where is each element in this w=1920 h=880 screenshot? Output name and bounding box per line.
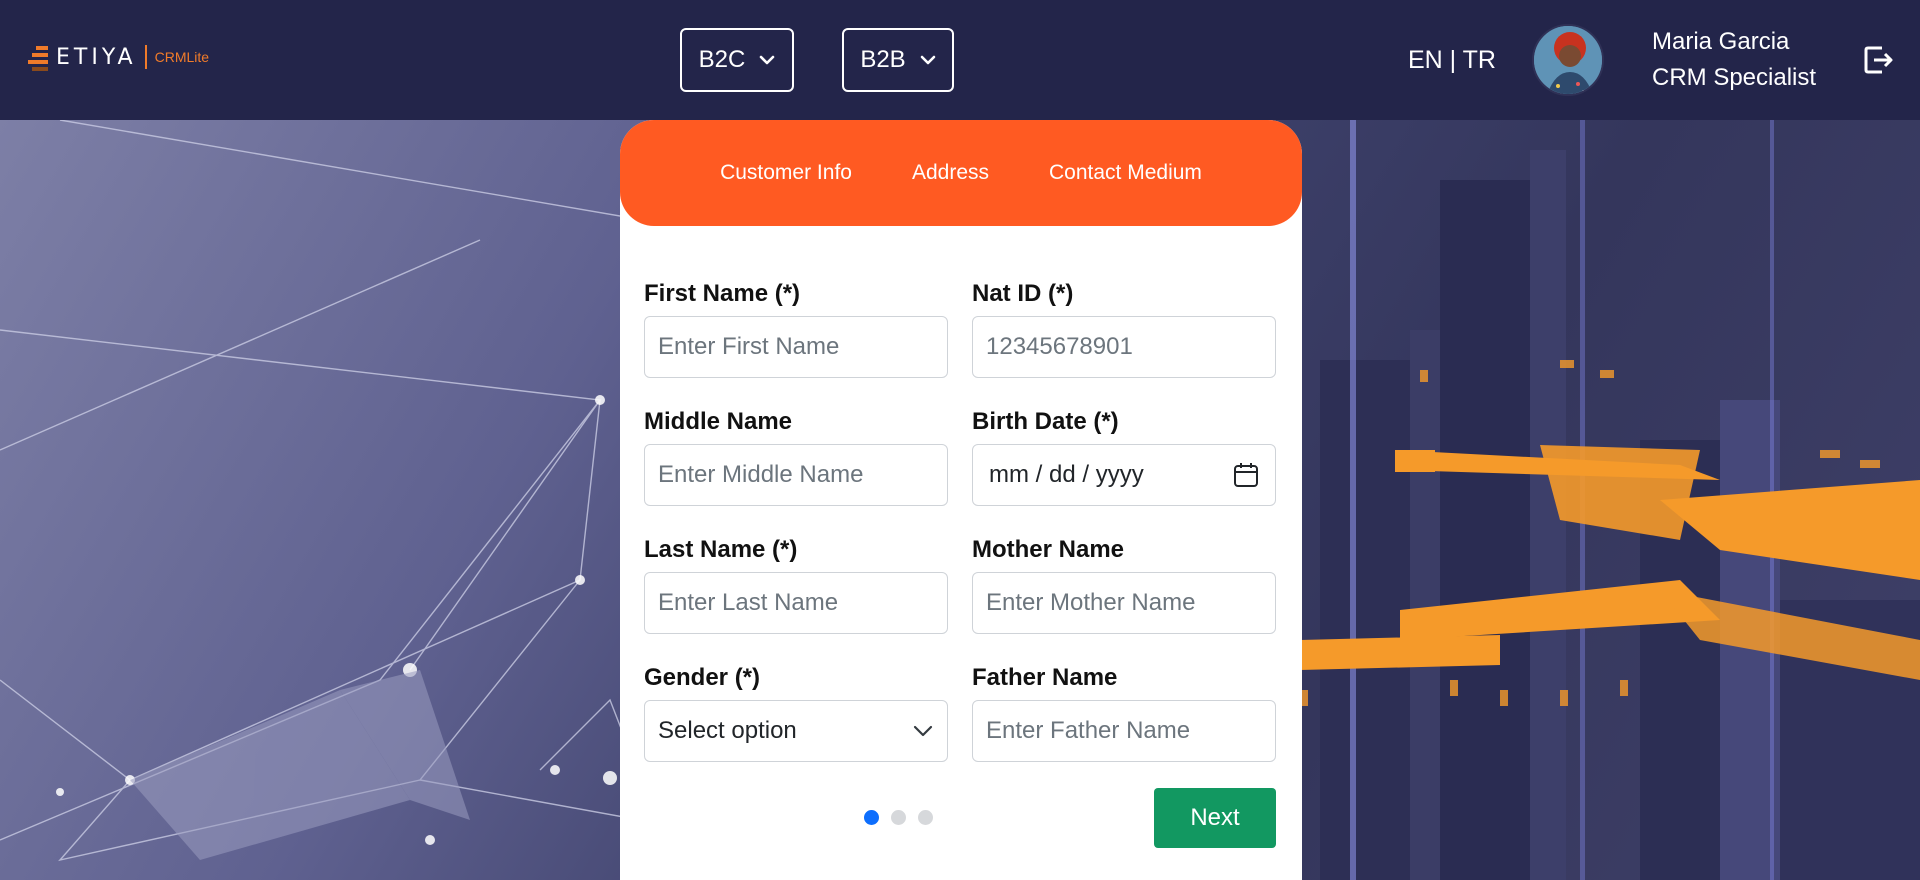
b2c-dropdown[interactable]: B2C — [680, 28, 794, 92]
next-button[interactable]: Next — [1154, 788, 1276, 848]
birth-date-label: Birth Date (*) — [972, 408, 1119, 435]
customer-form-card: Customer Info Address Contact Medium Fir… — [620, 120, 1302, 880]
logo-divider — [144, 45, 147, 69]
tab-contact-medium[interactable]: Contact Medium — [1049, 161, 1202, 185]
last-name-input[interactable] — [644, 572, 948, 634]
form-tabs: Customer Info Address Contact Medium — [620, 120, 1302, 226]
avatar-image — [1534, 26, 1602, 94]
gender-selected-value: Select option — [658, 717, 797, 744]
user-role: CRM Specialist — [1652, 64, 1817, 91]
middle-name-label: Middle Name — [644, 408, 793, 435]
b2c-label: B2C — [698, 46, 746, 73]
tab-customer-info[interactable]: Customer Info — [720, 161, 852, 185]
step-dot-1[interactable] — [864, 810, 879, 825]
chevron-down-icon — [760, 55, 775, 65]
language-switcher[interactable]: EN | TR — [1408, 46, 1496, 75]
middle-name-input[interactable] — [644, 444, 948, 506]
logo-mark-icon — [28, 44, 48, 71]
mother-name-input[interactable] — [972, 572, 1276, 634]
step-indicator — [864, 810, 933, 825]
chevron-down-icon — [920, 55, 935, 65]
user-name: Maria Garcia — [1652, 28, 1790, 55]
father-name-label: Father Name — [972, 664, 1118, 691]
nat-id-input[interactable] — [972, 316, 1276, 378]
nat-id-label: Nat ID (*) — [972, 280, 1074, 307]
tab-address[interactable]: Address — [912, 161, 989, 185]
logout-icon[interactable] — [1862, 44, 1894, 76]
gender-label: Gender (*) — [644, 664, 761, 691]
birth-date-input[interactable]: mm / dd / yyyy — [972, 444, 1276, 506]
b2b-label: B2B — [860, 46, 906, 73]
b2b-dropdown[interactable]: B2B — [842, 28, 954, 92]
first-name-label: First Name (*) — [644, 280, 801, 307]
etiya-logo[interactable]: ETIYA CRMLite — [28, 42, 209, 72]
logo-subtitle: CRMLite — [154, 49, 210, 65]
top-navbar: ETIYA CRMLite B2C B2B EN | TR Maria Garc… — [0, 0, 1920, 120]
logo-text: ETIYA — [56, 44, 137, 70]
mother-name-label: Mother Name — [972, 536, 1125, 563]
user-avatar[interactable] — [1532, 24, 1604, 96]
father-name-input[interactable] — [972, 700, 1276, 762]
calendar-icon[interactable] — [1233, 462, 1259, 488]
step-dot-2[interactable] — [891, 810, 906, 825]
chevron-down-icon — [913, 725, 933, 737]
birth-date-value: mm / dd / yyyy — [989, 461, 1144, 488]
gender-select[interactable]: Select option — [644, 700, 948, 762]
last-name-label: Last Name (*) — [644, 536, 798, 563]
first-name-input[interactable] — [644, 316, 948, 378]
step-dot-3[interactable] — [918, 810, 933, 825]
